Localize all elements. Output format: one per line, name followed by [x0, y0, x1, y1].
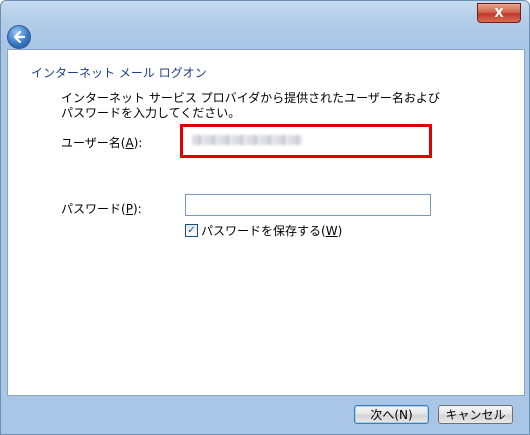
username-label: ユーザー名(A):: [61, 136, 143, 150]
password-label: パスワード(P):: [61, 202, 142, 216]
back-arrow-icon: [13, 30, 26, 44]
wizard-content: インターネット メール ログオン インターネット サービス プロバイダから提供さ…: [7, 49, 525, 396]
remember-password-label: パスワードを保存する(W): [201, 224, 343, 238]
password-input[interactable]: [185, 194, 431, 216]
next-button[interactable]: 次へ(N): [354, 405, 429, 424]
title-bar: X: [1, 1, 529, 49]
username-highlight-box: [180, 124, 432, 158]
back-button[interactable]: [7, 25, 31, 49]
instructions-text: インターネット サービス プロバイダから提供されたユーザー名およびパスワードを入…: [61, 91, 440, 120]
page-title: インターネット メール ログオン: [31, 66, 207, 80]
checkmark-icon: ✓: [187, 224, 196, 236]
button-bar: 次へ(N) キャンセル: [1, 395, 529, 434]
username-input[interactable]: [192, 135, 302, 145]
close-button[interactable]: X: [477, 3, 521, 23]
close-icon: X: [494, 6, 504, 20]
cancel-button[interactable]: キャンセル: [438, 405, 513, 424]
remember-password-checkbox[interactable]: ✓: [185, 224, 198, 237]
remember-password-option[interactable]: ✓ パスワードを保存する(W): [185, 222, 342, 239]
dialog-window: X インターネット メール ログオン インターネット サービス プロバイダから提…: [0, 0, 530, 435]
